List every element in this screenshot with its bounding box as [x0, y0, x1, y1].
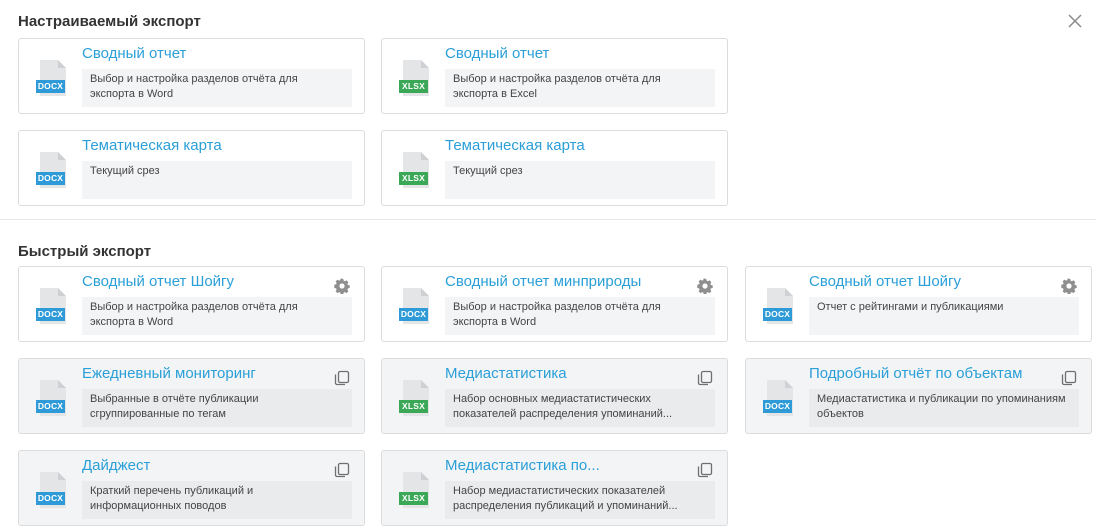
export-card-description: Медиастатистика и публикации по упоминан… [809, 389, 1079, 427]
export-card-title[interactable]: Сводный отчет Шойгу [82, 273, 234, 290]
export-card-description: Краткий перечень публикаций и информацио… [82, 481, 352, 519]
file-format-badge: DOCX [36, 80, 65, 93]
export-card-description: Выбор и настройка разделов отчёта для эк… [82, 297, 352, 335]
export-card-title[interactable]: Сводный отчет минприроды [445, 273, 641, 290]
file-format-badge: DOCX [399, 308, 428, 321]
file-format-badge: XLSX [399, 80, 428, 93]
xlsx-file-icon: XLSX [399, 380, 429, 420]
export-card[interactable]: DOCX Сводный отчет Шойгу Отчет с рейтингам… [745, 266, 1092, 342]
xlsx-file-icon: XLSX [399, 472, 429, 512]
export-card-title[interactable]: Медиастатистика по... [445, 457, 600, 474]
export-card[interactable]: DOCX Ежедневный мониторинг Выбранные в отч… [18, 358, 365, 434]
export-card-title[interactable]: Сводный отчет Шойгу [809, 273, 961, 290]
export-card-description: Выбор и настройка разделов отчёта для эк… [445, 297, 715, 335]
export-card-description: Набор основных медиастатистических показ… [445, 389, 715, 427]
export-card[interactable]: DOCX Сводный отчет минприроды Выбор и наст… [381, 266, 728, 342]
file-format-badge: XLSX [399, 400, 428, 413]
export-card-description: Текущий срез [445, 161, 715, 199]
copy-icon[interactable] [334, 370, 350, 386]
close-icon[interactable] [1068, 14, 1082, 28]
docx-file-icon: DOCX [36, 152, 66, 192]
copy-icon[interactable] [697, 370, 713, 386]
export-card[interactable]: DOCX Подробный отчёт по объектам Медиастат… [745, 358, 1092, 434]
file-format-badge: DOCX [36, 492, 65, 505]
quick-export-title: Быстрый экспорт [18, 243, 152, 260]
xlsx-file-icon: XLSX [399, 60, 429, 100]
custom-export-title: Настраиваемый экспорт [18, 13, 201, 30]
gear-icon[interactable] [334, 278, 350, 294]
export-card[interactable]: DOCX Сводный отчет Шойгу Выбор и настройка… [18, 266, 365, 342]
export-card-description: Отчет с рейтингами и публикациями [809, 297, 1079, 335]
export-card[interactable]: DOCX Дайджест Краткий перечень публикаций … [18, 450, 365, 526]
file-format-badge: DOCX [763, 308, 792, 321]
export-card[interactable]: XLSX Сводный отчет Выбор и настройка разде… [381, 38, 728, 114]
file-format-badge: XLSX [399, 172, 428, 185]
export-card-title[interactable]: Тематическая карта [445, 137, 585, 154]
export-card[interactable]: DOCX Тематическая карта Текущий срез [18, 130, 365, 206]
export-card-description: Выбор и настройка разделов отчёта для эк… [445, 69, 715, 107]
gear-icon[interactable] [697, 278, 713, 294]
export-card[interactable]: XLSX Тематическая карта Текущий срез [381, 130, 728, 206]
file-format-badge: DOCX [36, 172, 65, 185]
copy-icon[interactable] [1061, 370, 1077, 386]
gear-icon[interactable] [1061, 278, 1077, 294]
docx-file-icon: DOCX [763, 380, 793, 420]
docx-file-icon: DOCX [36, 380, 66, 420]
docx-file-icon: DOCX [399, 288, 429, 328]
copy-icon[interactable] [334, 462, 350, 478]
docx-file-icon: DOCX [36, 472, 66, 512]
docx-file-icon: DOCX [36, 288, 66, 328]
export-card-title[interactable]: Дайджест [82, 457, 150, 474]
copy-icon[interactable] [697, 462, 713, 478]
file-format-badge: DOCX [36, 308, 65, 321]
export-card-title[interactable]: Ежедневный мониторинг [82, 365, 256, 382]
export-card-title[interactable]: Сводный отчет [82, 45, 186, 62]
docx-file-icon: DOCX [763, 288, 793, 328]
export-card-description: Выбор и настройка разделов отчёта для эк… [82, 69, 352, 107]
export-card[interactable]: DOCX Сводный отчет Выбор и настройка разде… [18, 38, 365, 114]
export-card[interactable]: XLSX Медиастатистика по... Набор медиастат… [381, 450, 728, 526]
export-card-title[interactable]: Медиастатистика [445, 365, 567, 382]
export-card-description: Набор медиастатистических показателей ра… [445, 481, 715, 519]
section-divider [0, 219, 1096, 220]
xlsx-file-icon: XLSX [399, 152, 429, 192]
export-card-description: Выбранные в отчёте публикации сгруппиров… [82, 389, 352, 427]
docx-file-icon: DOCX [36, 60, 66, 100]
export-card-title[interactable]: Подробный отчёт по объектам [809, 365, 1022, 382]
file-format-badge: DOCX [36, 400, 65, 413]
export-card[interactable]: XLSX Медиастатистика Набор основных медиас… [381, 358, 728, 434]
export-card-title[interactable]: Сводный отчет [445, 45, 549, 62]
file-format-badge: XLSX [399, 492, 428, 505]
file-format-badge: DOCX [763, 400, 792, 413]
export-card-title[interactable]: Тематическая карта [82, 137, 222, 154]
export-card-description: Текущий срез [82, 161, 352, 199]
